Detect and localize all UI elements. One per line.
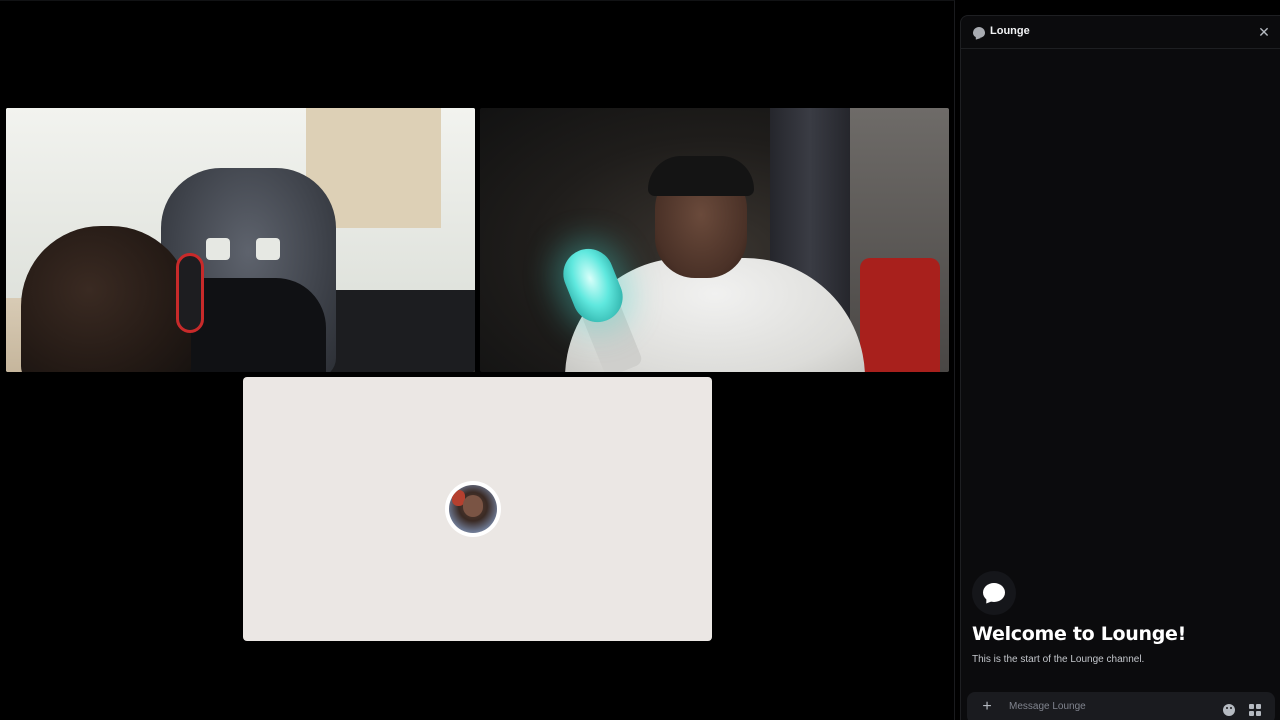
avatar	[449, 485, 497, 533]
message-composer: +	[967, 692, 1275, 720]
close-icon[interactable]: ✕	[1255, 23, 1273, 41]
speech-bubble-icon	[973, 27, 985, 38]
message-input[interactable]	[1009, 701, 1209, 712]
video-stage	[0, 0, 955, 720]
participant-video-tile[interactable]	[6, 108, 475, 372]
channel-chat-panel: Lounge ✕ Welcome to Lounge! This is the …	[960, 15, 1280, 720]
speech-bubble-icon	[972, 571, 1016, 615]
participant-video-tile[interactable]	[480, 108, 949, 372]
apps-icon[interactable]	[1249, 704, 1261, 716]
welcome-subtitle: This is the start of the Lounge channel.	[972, 654, 1145, 665]
plus-icon[interactable]: +	[979, 699, 995, 715]
chat-header: Lounge ✕	[961, 16, 1280, 49]
voice-channel-window: Lounge ✕ Welcome to Lounge! This is the …	[0, 0, 1280, 720]
channel-title: Lounge	[990, 25, 1030, 37]
welcome-title: Welcome to Lounge!	[972, 623, 1187, 645]
emoji-icon[interactable]	[1223, 704, 1235, 716]
participant-avatar-tile[interactable]	[243, 377, 712, 641]
